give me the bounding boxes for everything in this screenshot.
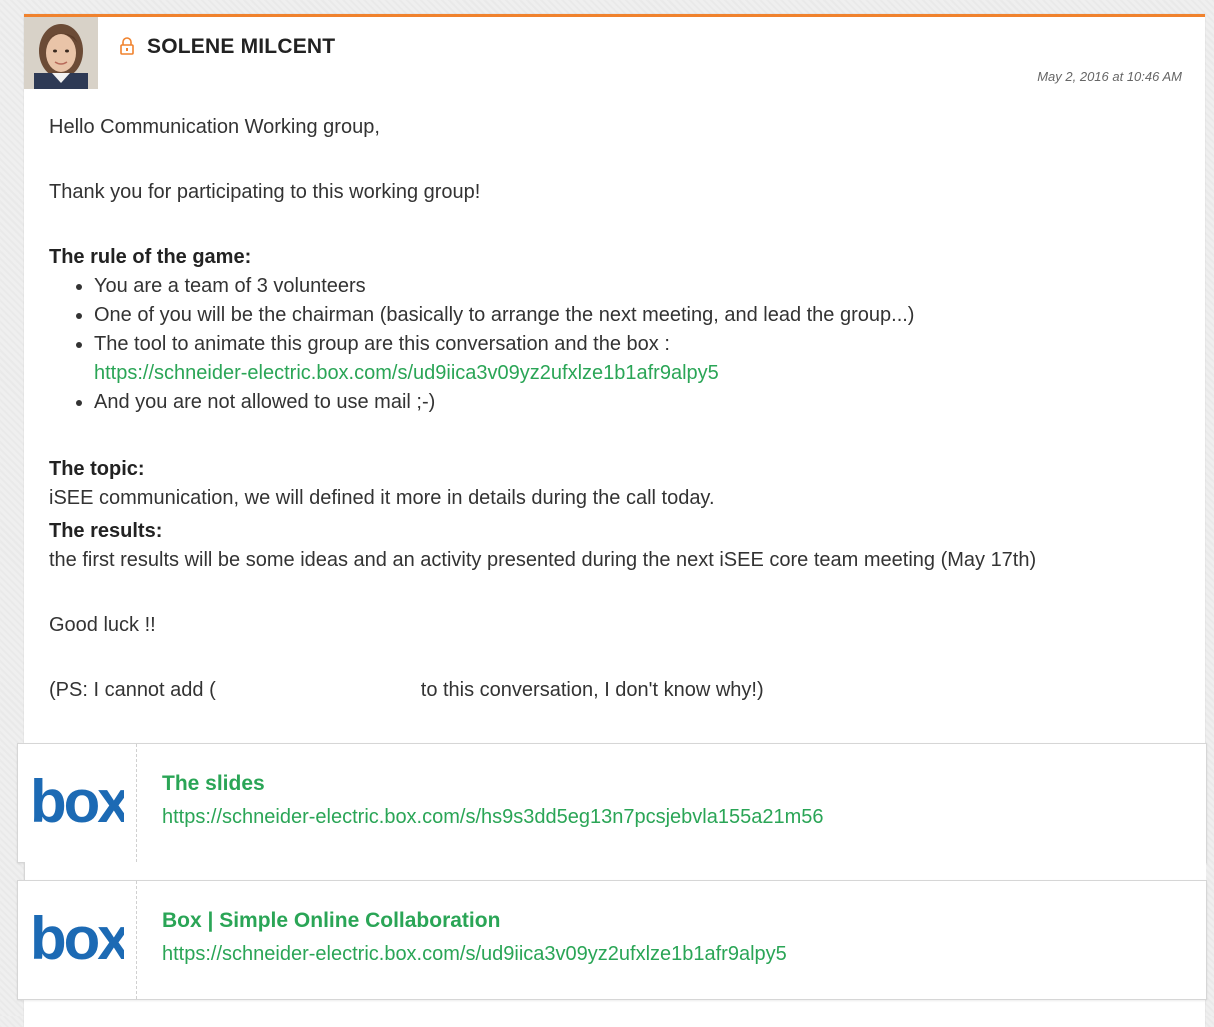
svg-text:box: box [30,913,124,965]
topic-text: iSEE communication, we will defined it m… [49,487,715,509]
list-item: You are a team of 3 volunteers [94,272,1179,301]
topic-heading: The topic: [49,458,145,480]
results-heading: The results: [49,520,163,542]
redacted-area [215,679,421,702]
box-logo-area: box [18,881,137,999]
rules-list: You are a team of 3 volunteers One of yo… [49,272,1179,417]
list-item: And you are not allowed to use mail ;-) [94,388,1179,417]
ps-line: (PS: I cannot add ( to this conversation,… [49,676,1179,705]
ps-before: (PS: I cannot add ( [49,679,216,701]
lock-icon [119,37,135,55]
avatar-photo [24,17,98,89]
author-name[interactable]: SOLENE MILCENT [147,35,335,59]
attachment-url[interactable]: https://schneider-electric.box.com/s/ud9… [162,943,787,966]
box-logo-icon: box [30,776,124,828]
box-logo-area: box [18,744,137,862]
attachment-title[interactable]: The slides [162,772,265,796]
list-item: One of you will be the chairman (basical… [94,301,1179,330]
greeting: Hello Communication Working group, [49,116,380,138]
attachment-title[interactable]: Box | Simple Online Collaboration [162,909,500,933]
post-timestamp: May 2, 2016 at 10:46 AM [1037,69,1182,84]
attachment-card[interactable]: box Box | Simple Online Collaboration ht… [17,880,1207,1000]
box-link[interactable]: https://schneider-electric.box.com/s/ud9… [94,362,719,384]
attachment-card[interactable]: box The slides https://schneider-electri… [17,743,1207,863]
box-logo-icon: box [30,913,124,965]
list-item-text: The tool to animate this group are this … [94,333,670,355]
divider [24,862,1206,880]
results-text: the first results will be some ideas and… [49,549,1037,571]
post-body: Hello Communication Working group, Thank… [49,113,1179,705]
good-luck: Good luck !! [49,614,156,636]
thanks-line: Thank you for participating to this work… [49,181,481,203]
ps-after: to this conversation, I don't know why!) [420,679,764,701]
rule-heading: The rule of the game: [49,246,252,268]
avatar[interactable] [24,17,98,89]
svg-text:box: box [30,776,124,828]
attachment-url[interactable]: https://schneider-electric.box.com/s/hs9… [162,806,824,829]
list-item: The tool to animate this group are this … [94,330,1179,388]
